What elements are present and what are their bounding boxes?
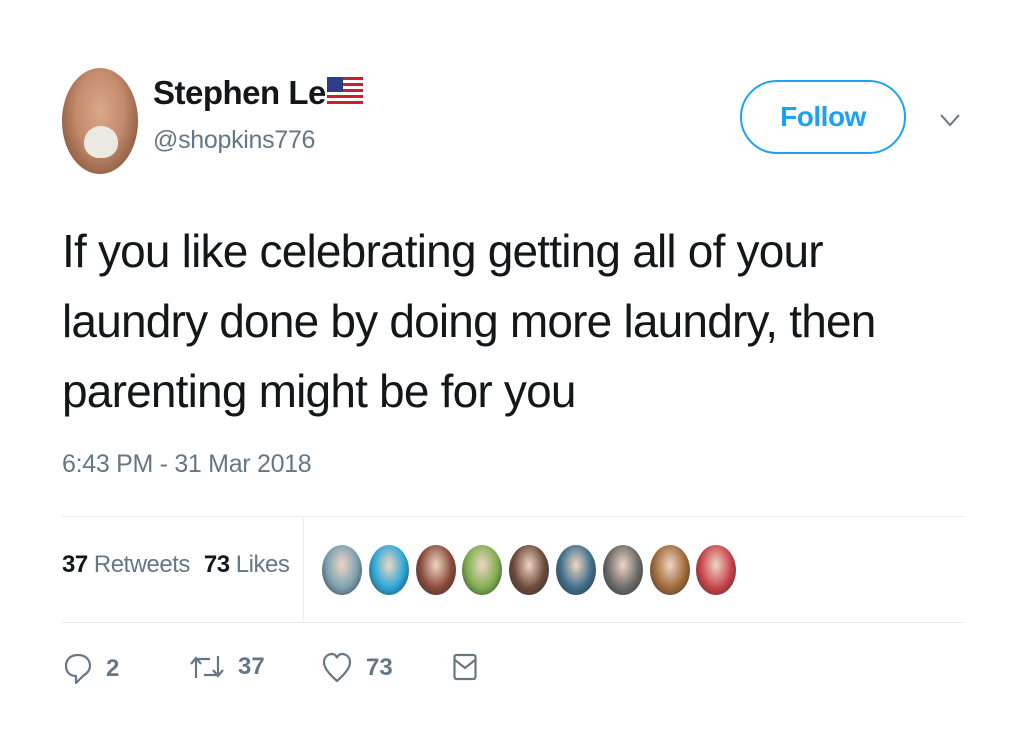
liker-avatar[interactable]	[696, 545, 737, 595]
reply-count: 2	[106, 655, 120, 682]
retweet-icon	[190, 656, 224, 678]
tweet-stats: 37 Retweets 73 Likes	[62, 551, 290, 579]
envelope-icon	[453, 653, 477, 681]
like-action[interactable]: 73	[322, 652, 393, 684]
direct-message-action[interactable]	[453, 652, 491, 682]
avatar[interactable]	[62, 68, 138, 174]
user-handle[interactable]: @shopkins776	[153, 126, 315, 155]
avatar-beard	[84, 126, 118, 158]
retweets-count: 37	[62, 551, 88, 578]
chevron-down-icon[interactable]	[938, 112, 962, 128]
liker-avatar[interactable]	[462, 545, 503, 595]
likes-count: 73	[203, 551, 230, 578]
liker-avatar[interactable]	[322, 545, 362, 595]
liker-avatar[interactable]	[509, 545, 550, 595]
retweet-count: 37	[238, 653, 265, 680]
like-count: 73	[366, 654, 393, 681]
likes-stat[interactable]: 73 Likes	[203, 551, 290, 578]
tweet-timestamp[interactable]: 6:43 PM - 31 Mar 2018	[62, 450, 312, 479]
liker-avatar[interactable]	[555, 545, 596, 595]
retweets-stat[interactable]: 37 Retweets	[62, 551, 190, 578]
reply-icon	[64, 653, 92, 685]
reply-action[interactable]: 2	[64, 652, 119, 686]
follow-button[interactable]: Follow	[740, 80, 906, 154]
divider-top	[62, 516, 964, 517]
us-flag-icon	[327, 77, 363, 107]
user-name[interactable]: Stephen Lee	[153, 74, 344, 112]
likes-label: Likes	[235, 551, 290, 578]
retweet-action[interactable]: 37	[190, 652, 265, 682]
liker-avatar[interactable]	[368, 545, 409, 595]
liker-avatar[interactable]	[602, 545, 643, 595]
heart-icon	[322, 652, 352, 683]
tweet-text: If you like celebrating getting all of y…	[62, 225, 876, 417]
liker-avatar[interactable]	[649, 545, 690, 595]
divider-bottom	[62, 622, 964, 623]
liker-avatar[interactable]	[415, 545, 456, 595]
divider-vertical	[303, 518, 304, 621]
retweets-label: Retweets	[93, 551, 191, 578]
liker-avatars	[322, 545, 743, 595]
